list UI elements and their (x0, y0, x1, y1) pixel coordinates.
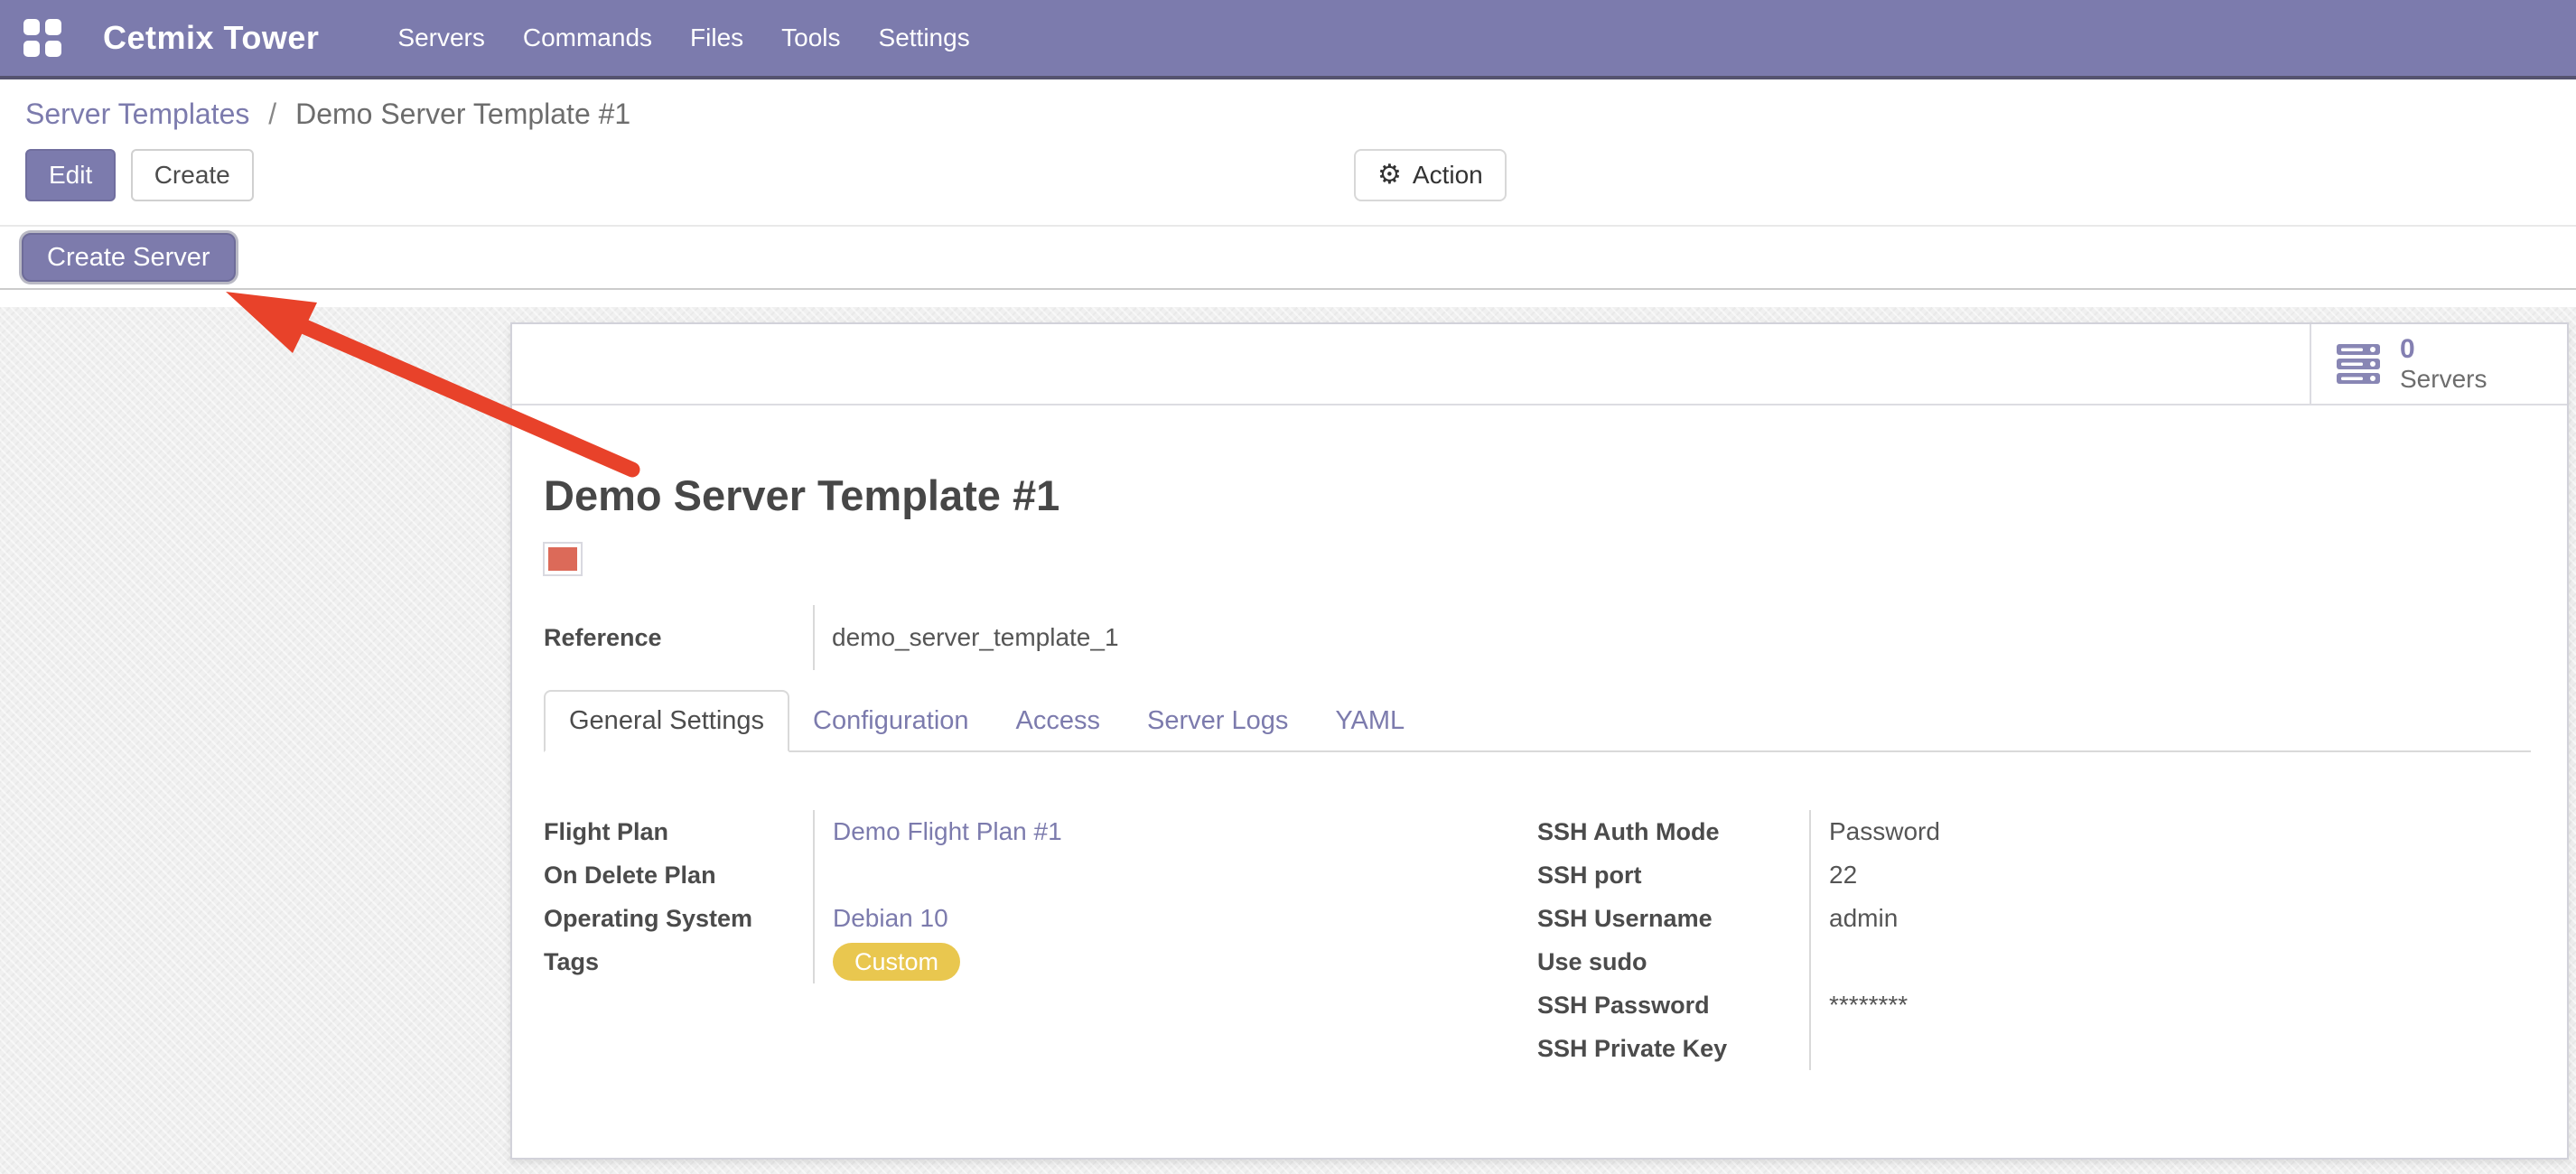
field-value-on-delete-plan (813, 853, 1537, 897)
record-sheet: 0 Servers Demo Server Template #1 Refere… (510, 322, 2569, 1160)
field-group-left: Flight Plan Demo Flight Plan #1 On Delet… (544, 810, 1537, 1070)
tab-general-settings[interactable]: General Settings (544, 690, 789, 752)
apps-menu-icon[interactable] (23, 19, 61, 57)
tab-yaml[interactable]: YAML (1311, 692, 1428, 750)
apps-grid-dot (23, 41, 40, 57)
field-value-flight-plan[interactable]: Demo Flight Plan #1 (813, 810, 1537, 853)
create-server-button[interactable]: Create Server (22, 233, 236, 282)
servers-stat-count: 0 (2400, 334, 2487, 366)
field-label-ssh-auth-mode: SSH Auth Mode (1537, 810, 1809, 853)
menu-item-servers[interactable]: Servers (378, 0, 503, 78)
field-value-ssh-password: ******** (1809, 983, 2531, 1027)
field-value-ssh-private-key (1809, 1027, 2531, 1070)
form-view-background: 0 Servers Demo Server Template #1 Refere… (0, 307, 2576, 1174)
top-navbar: Cetmix Tower Servers Commands Files Tool… (0, 0, 2576, 79)
field-label-tags: Tags (544, 940, 813, 983)
apps-grid-dot (45, 41, 61, 57)
field-group-right: SSH Auth Mode Password SSH port 22 SSH U… (1537, 810, 2531, 1070)
record-title: Demo Server Template #1 (544, 471, 2531, 520)
field-value-ssh-auth-mode: Password (1809, 810, 2531, 853)
servers-stat-text: 0 Servers (2400, 334, 2487, 395)
sheet-header: 0 Servers (512, 324, 2567, 405)
field-label-use-sudo: Use sudo (1537, 940, 1809, 983)
field-value-use-sudo (1809, 940, 2531, 983)
field-value-ssh-port: 22 (1809, 853, 2531, 897)
action-button[interactable]: ⚙ Action (1354, 149, 1507, 201)
create-button[interactable]: Create (131, 149, 254, 201)
field-label-ssh-username: SSH Username (1537, 897, 1809, 940)
breadcrumb-current: Demo Server Template #1 (295, 98, 630, 130)
field-groups: Flight Plan Demo Flight Plan #1 On Delet… (544, 810, 2531, 1070)
menu-item-commands[interactable]: Commands (504, 0, 671, 78)
menu-item-tools[interactable]: Tools (762, 0, 859, 78)
app-brand[interactable]: Cetmix Tower (103, 19, 319, 57)
field-label-flight-plan: Flight Plan (544, 810, 813, 853)
breadcrumb-separator: / (268, 98, 276, 130)
breadcrumb-parent-link[interactable]: Server Templates (25, 98, 249, 130)
servers-stat-label: Servers (2400, 365, 2487, 394)
tab-access[interactable]: Access (993, 692, 1124, 750)
notebook-tabs: General Settings Configuration Access Se… (544, 690, 2531, 752)
field-value-tags: Custom (813, 940, 1537, 983)
server-stack-icon (2337, 344, 2380, 384)
apps-grid-dot (45, 19, 61, 35)
menu-item-files[interactable]: Files (671, 0, 762, 78)
action-button-label: Action (1413, 161, 1483, 190)
gear-icon: ⚙ (1377, 162, 1402, 189)
field-label-ssh-password: SSH Password (1537, 983, 1809, 1027)
field-label-on-delete-plan: On Delete Plan (544, 853, 813, 897)
reference-field-row: Reference demo_server_template_1 (544, 605, 2531, 670)
field-value-operating-system[interactable]: Debian 10 (813, 897, 1537, 940)
field-label-operating-system: Operating System (544, 897, 813, 940)
reference-label: Reference (544, 605, 813, 670)
field-label-ssh-port: SSH port (1537, 853, 1809, 897)
field-label-ssh-private-key: SSH Private Key (1537, 1027, 1809, 1070)
tab-configuration[interactable]: Configuration (789, 692, 993, 750)
field-value-ssh-username: admin (1809, 897, 2531, 940)
breadcrumb: Server Templates / Demo Server Template … (25, 98, 2551, 131)
edit-button[interactable]: Edit (25, 149, 116, 201)
tag-badge-custom: Custom (833, 943, 960, 981)
servers-stat-button[interactable]: 0 Servers (2310, 324, 2567, 404)
color-swatch[interactable] (545, 544, 581, 574)
form-statusbar: Create Server (0, 225, 2576, 290)
main-menu: Servers Commands Files Tools Settings (378, 0, 988, 78)
tab-server-logs[interactable]: Server Logs (1124, 692, 1311, 750)
control-panel-buttons: Edit Create ⚙ Action (25, 149, 2551, 203)
control-panel: Server Templates / Demo Server Template … (0, 79, 2576, 203)
sheet-body: Demo Server Template #1 Reference demo_s… (512, 471, 2567, 1070)
menu-item-settings[interactable]: Settings (860, 0, 989, 78)
reference-value: demo_server_template_1 (813, 605, 1119, 670)
apps-grid-dot (23, 19, 40, 35)
